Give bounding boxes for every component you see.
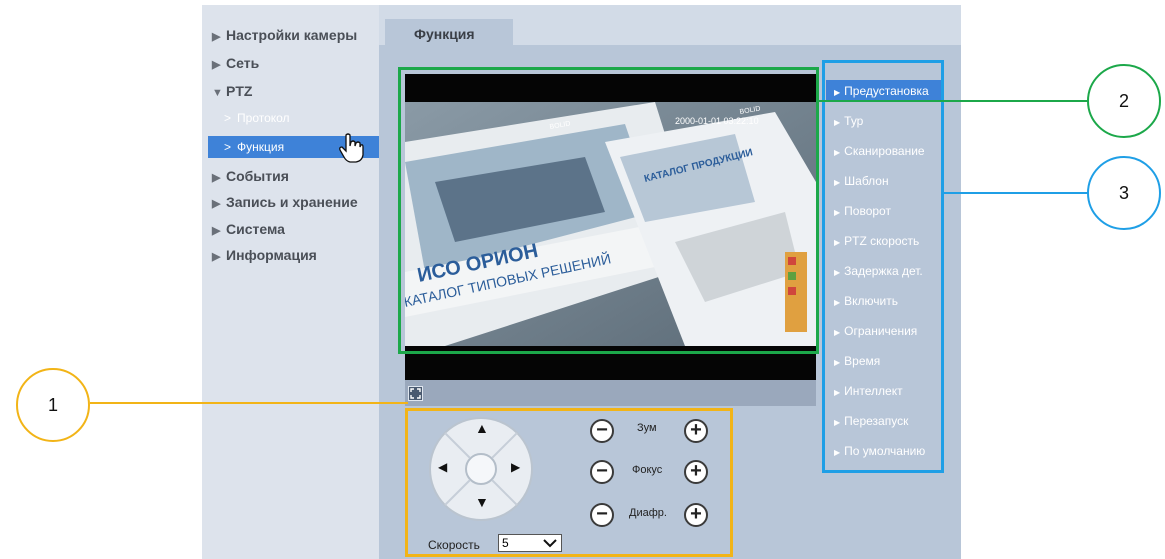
sidebar-item-label: Информация: [226, 247, 317, 263]
triangle-right-icon: ▶: [212, 172, 221, 184]
tab-function[interactable]: Функция: [385, 19, 513, 47]
triangle-right-icon: ▶: [212, 225, 221, 237]
hand-cursor-icon: [339, 133, 364, 163]
sidebar-item-label: Система: [226, 221, 285, 237]
triangle-right-icon: ▶: [212, 31, 221, 43]
sidebar-item-label: PTZ: [226, 83, 253, 99]
triangle-right-icon: ▶: [212, 251, 221, 263]
sidebar-item-label: Функция: [237, 140, 285, 154]
sidebar-item-information[interactable]: ▶ Информация: [212, 247, 317, 263]
sidebar-subitem-protocol[interactable]: > Протокол: [224, 111, 290, 125]
sidebar-item-system[interactable]: ▶ Система: [212, 221, 285, 237]
tab-label: Функция: [414, 26, 475, 42]
callout-1: 1: [16, 368, 90, 442]
chevron-right-icon: >: [224, 111, 232, 125]
triangle-right-icon: ▶: [212, 59, 221, 71]
callout-2-leader: [818, 100, 1090, 102]
fullscreen-icon[interactable]: [408, 386, 423, 401]
sidebar-item-label: Сеть: [226, 55, 260, 71]
callout-2: 2: [1087, 64, 1161, 138]
video-highlight-frame: [398, 67, 819, 354]
chevron-right-icon: >: [224, 140, 232, 154]
video-control-bar: [405, 380, 816, 406]
ptz-highlight-frame: [405, 408, 733, 557]
callout-1-leader: [90, 402, 408, 404]
sidebar-subitem-function[interactable]: > Функция: [224, 140, 284, 154]
sidebar-item-label: Протокол: [237, 111, 290, 125]
sidebar-item-events[interactable]: ▶ События: [212, 168, 289, 184]
sidebar-item-ptz[interactable]: ▼ PTZ: [212, 83, 252, 99]
sidebar-item-record-storage[interactable]: ▶ Запись и хранение: [212, 194, 358, 210]
callout-3: 3: [1087, 156, 1161, 230]
sidebar-item-camera-settings[interactable]: ▶ Настройки камеры: [212, 27, 357, 43]
sidebar: ▶ Настройки камеры ▶ Сеть ▼ PTZ > Протокол >…: [202, 5, 379, 559]
sidebar-item-network[interactable]: ▶ Сеть: [212, 55, 259, 71]
triangle-down-icon: ▼: [212, 87, 223, 99]
sidebar-item-label: Запись и хранение: [226, 194, 358, 210]
triangle-right-icon: ▶: [212, 198, 221, 210]
sidebar-item-label: События: [226, 168, 289, 184]
menu-highlight-frame: [822, 60, 944, 473]
callout-3-leader: [942, 192, 1090, 194]
sidebar-item-label: Настройки камеры: [226, 27, 358, 43]
